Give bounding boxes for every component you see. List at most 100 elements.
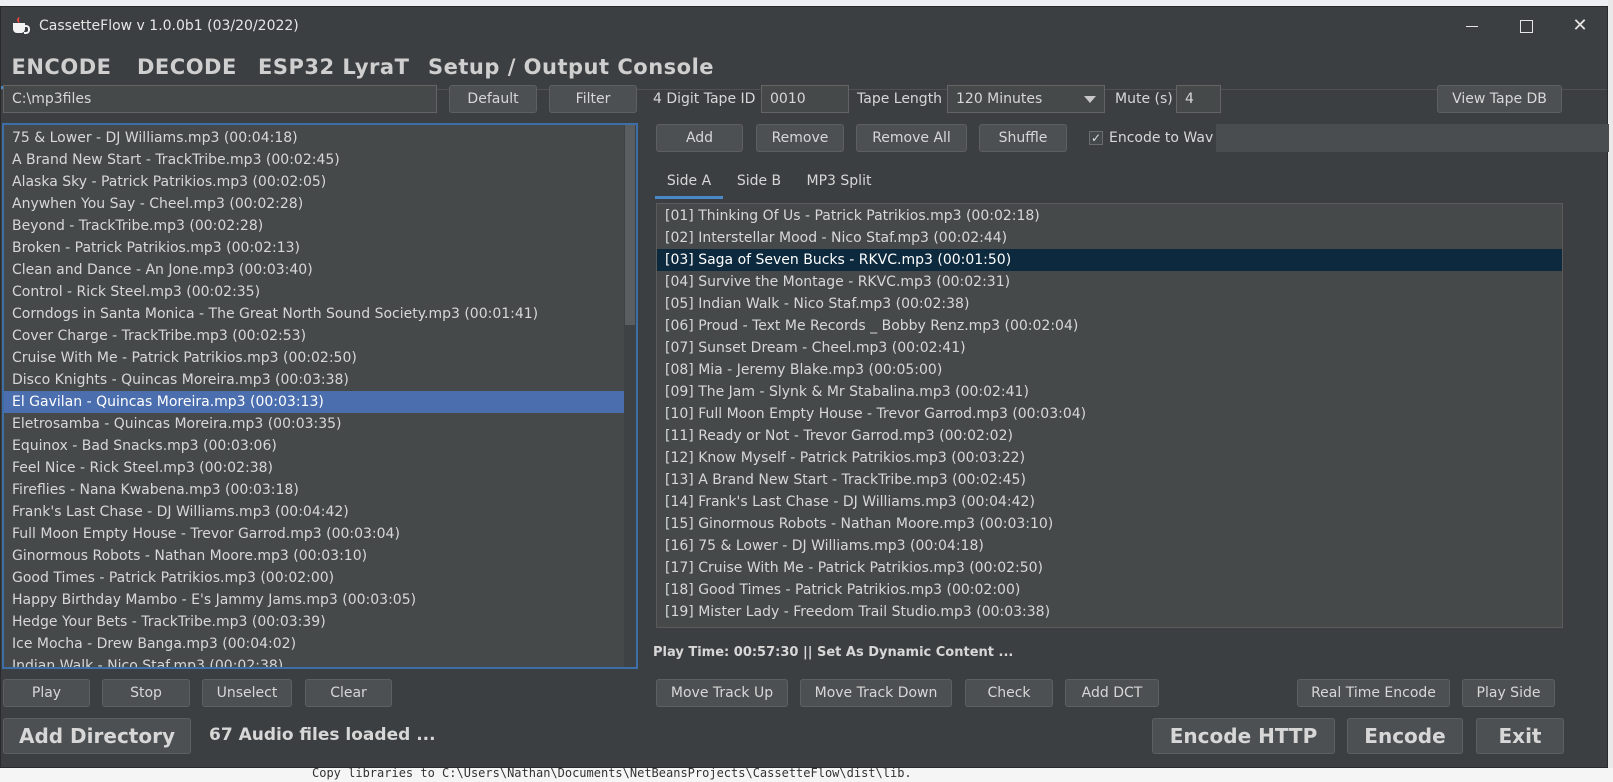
filter-button[interactable]: Filter <box>549 85 637 113</box>
tape-length-select[interactable]: 120 Minutes <box>947 85 1105 113</box>
side-a-track-item[interactable]: [05] Indian Walk - Nico Staf.mp3 (00:02:… <box>657 293 1562 315</box>
files-loaded-status: 67 Audio files loaded ... <box>209 725 436 745</box>
side-a-track-item[interactable]: [04] Survive the Montage - RKVC.mp3 (00:… <box>657 271 1562 293</box>
add-directory-button[interactable]: Add Directory <box>3 718 191 754</box>
side-a-track-item[interactable]: [09] The Jam - Slynk & Mr Stabalina.mp3 … <box>657 381 1562 403</box>
side-a-track-item[interactable]: [16] 75 & Lower - DJ Williams.mp3 (00:04… <box>657 535 1562 557</box>
file-list-item[interactable]: A Brand New Start - TrackTribe.mp3 (00:0… <box>4 149 636 171</box>
tab-mp3-split[interactable]: MP3 Split <box>801 163 877 199</box>
file-list-item[interactable]: Eletrosamba - Quincas Moreira.mp3 (00:03… <box>4 413 636 435</box>
side-a-track-item[interactable]: [11] Ready or Not - Trevor Garrod.mp3 (0… <box>657 425 1562 447</box>
tape-length-label: Tape Length <box>857 91 943 107</box>
stop-button[interactable]: Stop <box>102 679 190 707</box>
side-a-track-item[interactable]: [19] Mister Lady - Freedom Trail Studio.… <box>657 601 1562 623</box>
file-list-item[interactable]: Beyond - TrackTribe.mp3 (00:02:28) <box>4 215 636 237</box>
file-list-item[interactable]: Disco Knights - Quincas Moreira.mp3 (00:… <box>4 369 636 391</box>
tape-id-field[interactable]: 0010 <box>761 85 849 113</box>
file-list-item[interactable]: Equinox - Bad Snacks.mp3 (00:03:06) <box>4 435 636 457</box>
side-a-track-item[interactable]: [13] A Brand New Start - TrackTribe.mp3 … <box>657 469 1562 491</box>
mute-field[interactable]: 4 <box>1176 85 1221 113</box>
file-list-item[interactable]: Cruise With Me - Patrick Patrikios.mp3 (… <box>4 347 636 369</box>
real-time-encode-button[interactable]: Real Time Encode <box>1297 679 1450 707</box>
maximize-button[interactable] <box>1499 7 1553 45</box>
minimize-icon <box>1466 25 1478 27</box>
background-console: Copy libraries to C:\Users\Nathan\Docume… <box>0 768 1613 782</box>
unselect-button[interactable]: Unselect <box>202 679 292 707</box>
tab-side-a[interactable]: Side A <box>655 163 723 199</box>
encode-http-button[interactable]: Encode HTTP <box>1152 718 1335 754</box>
play-side-button[interactable]: Play Side <box>1462 679 1555 707</box>
close-window-button[interactable]: ✕ <box>1553 7 1607 45</box>
tape-id-label: 4 Digit Tape ID <box>653 91 756 107</box>
file-list-scroll-thumb[interactable] <box>625 125 635 325</box>
file-list-item[interactable]: Full Moon Empty House - Trevor Garrod.mp… <box>4 523 636 545</box>
file-list-item[interactable]: Good Times - Patrick Patrikios.mp3 (00:0… <box>4 567 636 589</box>
file-list-item[interactable]: Ginormous Robots - Nathan Moore.mp3 (00:… <box>4 545 636 567</box>
app-window: CassetteFlow v 1.0.0b1 (03/20/2022) ✕ EN… <box>0 6 1609 768</box>
exit-button[interactable]: Exit <box>1476 718 1564 754</box>
side-a-track-item[interactable]: [03] Saga of Seven Bucks - RKVC.mp3 (00:… <box>657 249 1562 271</box>
file-list-item[interactable]: Corndogs in Santa Monica - The Great Nor… <box>4 303 636 325</box>
file-list-item[interactable]: Cover Charge - TrackTribe.mp3 (00:02:53) <box>4 325 636 347</box>
file-list-item[interactable]: Control - Rick Steel.mp3 (00:02:35) <box>4 281 636 303</box>
file-list-item[interactable]: Feel Nice - Rick Steel.mp3 (00:02:38) <box>4 457 636 479</box>
file-list-item[interactable]: 75 & Lower - DJ Williams.mp3 (00:04:18) <box>4 127 636 149</box>
chevron-down-icon <box>1084 96 1096 103</box>
encode-to-wav-label: Encode to Wav <box>1109 130 1214 146</box>
directory-path-field[interactable]: C:\mp3files <box>3 85 437 113</box>
tab-decode[interactable]: DECODE <box>137 45 237 89</box>
side-a-track-list[interactable]: [01] Thinking Of Us - Patrick Patrikios.… <box>656 203 1563 628</box>
tab-setup-output-console[interactable]: Setup / Output Console <box>428 45 714 89</box>
encode-to-wav-checkbox[interactable]: ✓ <box>1089 131 1103 145</box>
move-track-up-button[interactable]: Move Track Up <box>656 679 788 707</box>
shuffle-button[interactable]: Shuffle <box>979 124 1067 152</box>
desktop-background-right <box>1608 0 1613 782</box>
file-list-item[interactable]: Hedge Your Bets - TrackTribe.mp3 (00:03:… <box>4 611 636 633</box>
play-time-label: Play Time: 00:57:30 || Set As Dynamic Co… <box>653 645 1014 660</box>
side-a-track-item[interactable]: [12] Know Myself - Patrick Patrikios.mp3… <box>657 447 1562 469</box>
tape-length-value: 120 Minutes <box>956 91 1043 107</box>
side-a-track-item[interactable]: [02] Interstellar Mood - Nico Staf.mp3 (… <box>657 227 1562 249</box>
remove-button[interactable]: Remove <box>756 124 844 152</box>
minimize-button[interactable] <box>1445 7 1499 45</box>
java-cup-icon <box>11 17 30 35</box>
file-list-item[interactable]: Frank's Last Chase - DJ Williams.mp3 (00… <box>4 501 636 523</box>
encode-button[interactable]: Encode <box>1347 718 1463 754</box>
file-list-item[interactable]: Clean and Dance - An Jone.mp3 (00:03:40) <box>4 259 636 281</box>
side-a-track-item[interactable]: [07] Sunset Dream - Cheel.mp3 (00:02:41) <box>657 337 1562 359</box>
add-button[interactable]: Add <box>656 124 743 152</box>
file-list-item[interactable]: Indian Walk - Nico Staf.mp3 (00:02:38) <box>4 655 636 667</box>
side-a-track-item[interactable]: [15] Ginormous Robots - Nathan Moore.mp3… <box>657 513 1562 535</box>
remove-all-button[interactable]: Remove All <box>856 124 967 152</box>
move-track-down-button[interactable]: Move Track Down <box>800 679 952 707</box>
side-a-track-item[interactable]: [01] Thinking Of Us - Patrick Patrikios.… <box>657 205 1562 227</box>
play-button[interactable]: Play <box>3 679 90 707</box>
file-list-item[interactable]: Broken - Patrick Patrikios.mp3 (00:02:13… <box>4 237 636 259</box>
side-a-track-item[interactable]: [06] Proud - Text Me Records _ Bobby Ren… <box>657 315 1562 337</box>
file-list-item[interactable]: El Gavilan - Quincas Moreira.mp3 (00:03:… <box>4 391 636 413</box>
tab-esp32-lyrat[interactable]: ESP32 LyraT <box>258 45 409 89</box>
clear-button[interactable]: Clear <box>305 679 392 707</box>
side-a-track-item[interactable]: [17] Cruise With Me - Patrick Patrikios.… <box>657 557 1562 579</box>
add-dct-button[interactable]: Add DCT <box>1065 679 1159 707</box>
file-list-item[interactable]: Ice Mocha - Drew Banga.mp3 (00:04:02) <box>4 633 636 655</box>
view-tape-db-button[interactable]: View Tape DB <box>1437 85 1562 113</box>
file-list-item[interactable]: Alaska Sky - Patrick Patrikios.mp3 (00:0… <box>4 171 636 193</box>
check-button[interactable]: Check <box>965 679 1053 707</box>
background-console-text: Copy libraries to C:\Users\Nathan\Docume… <box>312 768 912 780</box>
side-a-track-item[interactable]: [10] Full Moon Empty House - Trevor Garr… <box>657 403 1562 425</box>
tab-side-b[interactable]: Side B <box>731 163 787 199</box>
side-a-track-item[interactable]: [08] Mia - Jeremy Blake.mp3 (00:05:00) <box>657 359 1562 381</box>
title-bar: CassetteFlow v 1.0.0b1 (03/20/2022) ✕ <box>1 7 1607 45</box>
default-button[interactable]: Default <box>449 85 537 113</box>
file-list-items: 75 & Lower - DJ Williams.mp3 (00:04:18) A… <box>4 125 636 667</box>
file-list-scrollbar[interactable] <box>624 125 636 667</box>
file-list-item[interactable]: Happy Birthday Mambo - E's Jammy Jams.mp… <box>4 589 636 611</box>
side-a-track-item[interactable]: [14] Frank's Last Chase - DJ Williams.mp… <box>657 491 1562 513</box>
file-list-item[interactable]: Fireflies - Nana Kwabena.mp3 (00:03:18) <box>4 479 636 501</box>
audio-file-list[interactable]: 75 & Lower - DJ Williams.mp3 (00:04:18) A… <box>2 123 638 669</box>
tab-encode[interactable]: ENCODE <box>1 45 122 89</box>
file-list-item[interactable]: Anywhen You Say - Cheel.mp3 (00:02:28) <box>4 193 636 215</box>
side-a-track-item[interactable]: [18] Good Times - Patrick Patrikios.mp3 … <box>657 579 1562 601</box>
close-icon: ✕ <box>1572 15 1588 36</box>
